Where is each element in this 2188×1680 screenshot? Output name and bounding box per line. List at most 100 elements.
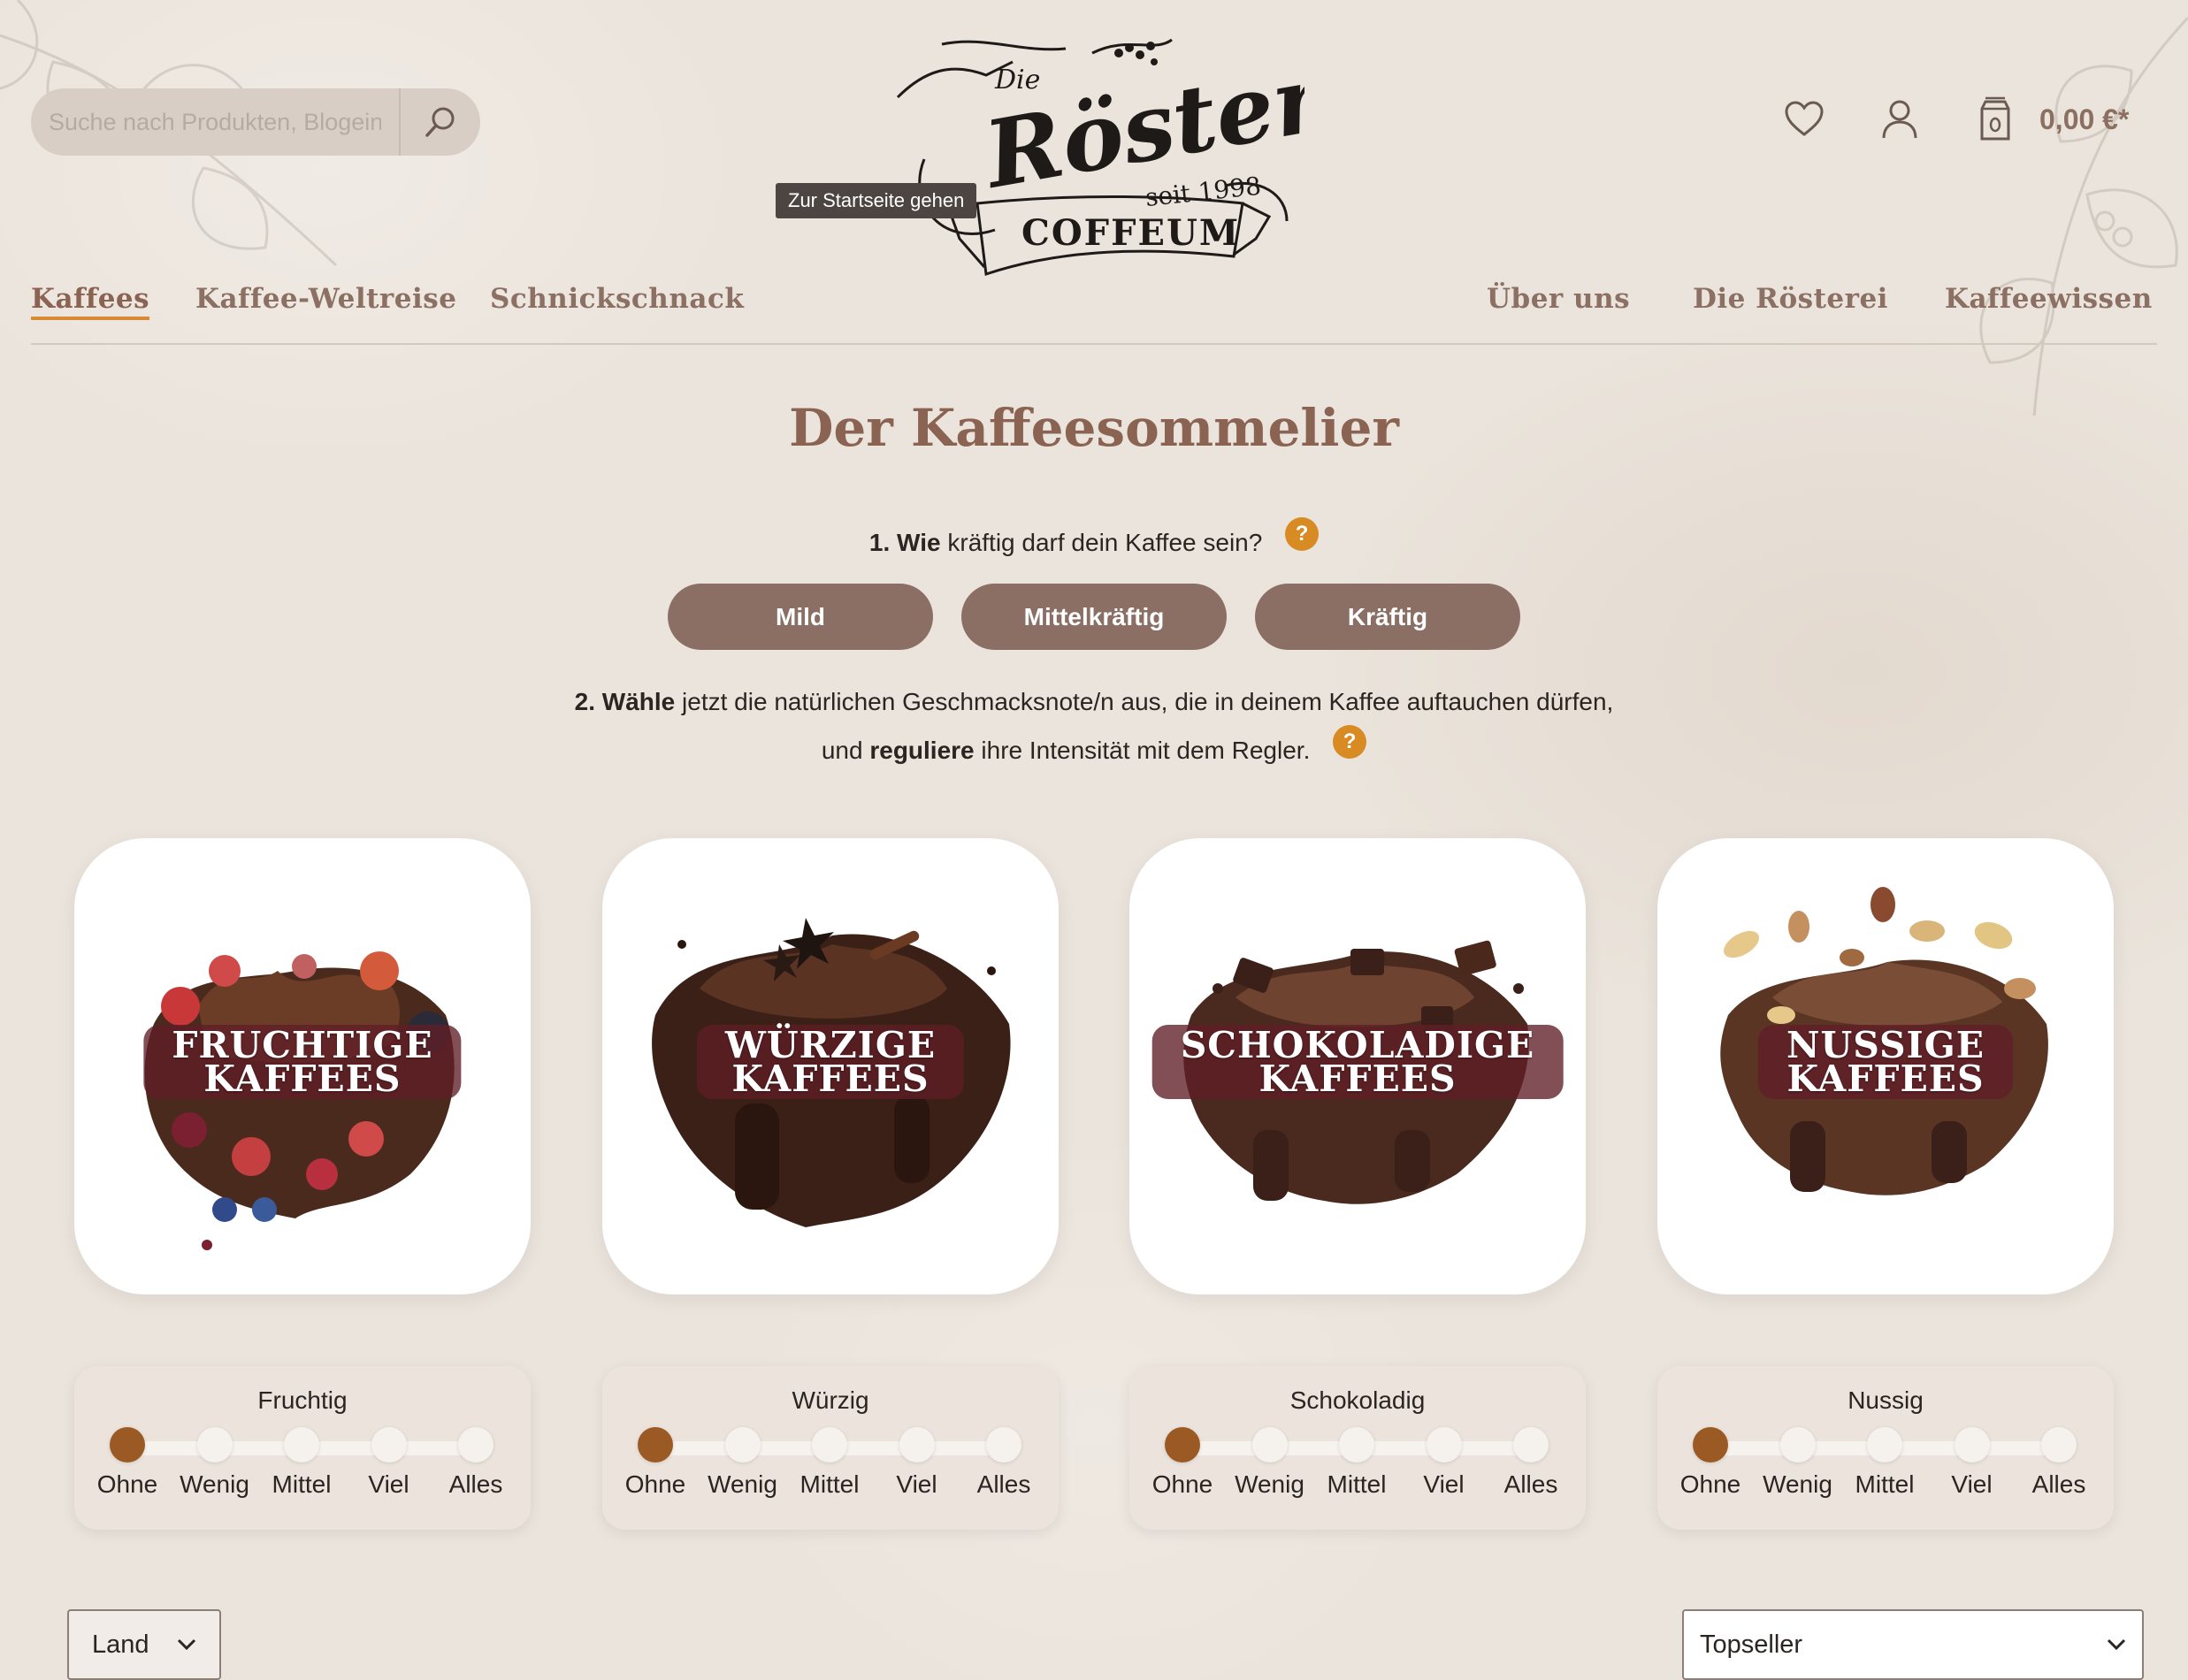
country-filter-label: Land [92, 1630, 149, 1659]
slider-step[interactable] [196, 1427, 233, 1462]
slider-step[interactable] [458, 1427, 493, 1462]
search-button[interactable] [399, 88, 480, 156]
slider-step-label: Ohne [96, 1470, 158, 1498]
flavor-card-nussig[interactable]: NUSSIGE KAFFEES [1657, 838, 2114, 1294]
slider-fruchtig: Fruchtig Ohne Wenig Mittel Viel Alles [74, 1366, 531, 1530]
slider-step[interactable] [1251, 1427, 1288, 1462]
question-flavor-line2-pre: und [821, 737, 863, 764]
coffee-branch-decoration-right [1979, 16, 2188, 416]
help-icon[interactable]: ? [1333, 725, 1367, 759]
slider-step-label: Wenig [1763, 1470, 1832, 1498]
slider-step[interactable] [899, 1427, 935, 1462]
slider-step-label: Wenig [1235, 1470, 1304, 1498]
question-flavor-line2-text: ihre Intensität mit dem Regler. [981, 737, 1311, 764]
nav-item-kaffee-weltreise[interactable]: Kaffee-Weltreise [195, 283, 456, 315]
coffee-bag-cart-icon [1980, 96, 2010, 141]
slider-step-label: Alles [976, 1470, 1031, 1498]
slider-step[interactable] [1867, 1427, 1902, 1462]
search-input[interactable] [31, 88, 399, 156]
slider-thumb[interactable] [110, 1427, 145, 1462]
slider-thumb[interactable] [1693, 1427, 1728, 1462]
heart-icon [1785, 101, 1824, 136]
slider-step-label: Mittel [272, 1470, 332, 1498]
strength-mittelkraeftig-button[interactable]: Mittelkräftig [961, 584, 1227, 650]
strength-options: Mild Mittelkräftig Kräftig [668, 584, 1520, 650]
user-icon [1882, 100, 1917, 139]
slider-step-label: Viel [368, 1470, 409, 1498]
question-strength-text: kräftig darf dein Kaffee sein? [947, 529, 1263, 556]
slider-wuerzig: Würzig Ohne Wenig Mittel Viel Alles [602, 1366, 1059, 1530]
slider-step-label: Mittel [1327, 1470, 1387, 1498]
question-strength-number: 1. [868, 529, 891, 556]
card-label: NUSSIGE KAFFEES [1758, 1025, 2013, 1099]
header-actions: 0,00 €* [1778, 93, 2129, 146]
slider-title: Fruchtig [257, 1386, 348, 1414]
slider-step-label: Alles [1503, 1470, 1558, 1498]
logo-die-text: Die [994, 65, 1040, 95]
question-strength-bold: Wie [897, 529, 941, 556]
strength-kraeftig-button[interactable]: Kräftig [1255, 584, 1520, 650]
account-button[interactable] [1873, 93, 1926, 146]
question-flavor-bold: 2. Wähle [574, 688, 676, 715]
search-icon [425, 107, 455, 137]
roesterei-coffeum-logo[interactable]: Die Rösterei seit 1998 COFFEUM [889, 27, 1304, 292]
cart-total[interactable]: 0,00 €* [2039, 103, 2129, 136]
page-title: Der Kaffeesommelier [789, 398, 1399, 458]
slider-step-label: Wenig [180, 1470, 249, 1498]
sort-select[interactable]: Topseller [1682, 1609, 2144, 1680]
logo-coffeum-text: COFFEUM [1021, 212, 1240, 254]
slider-thumb[interactable] [1165, 1427, 1200, 1462]
nav-item-kaffeewissen[interactable]: Kaffeewissen [1945, 283, 2153, 315]
country-filter-select[interactable]: Land [67, 1609, 221, 1680]
slider-title: Nussig [1848, 1386, 1924, 1414]
card-label: FRUCHTIGE KAFFEES [143, 1025, 462, 1099]
slider-step[interactable] [2041, 1427, 2077, 1462]
card-label: WÜRZIGE KAFFEES [696, 1025, 965, 1099]
slider-nussig: Nussig Ohne Wenig Mittel Viel Alles [1657, 1366, 2114, 1530]
slider-step-label: Ohne [1679, 1470, 1741, 1498]
slider-step[interactable] [812, 1427, 847, 1462]
home-tooltip: Zur Startseite gehen [776, 183, 977, 218]
card-label: SCHOKOLADIGE KAFFEES [1151, 1025, 1564, 1099]
help-icon[interactable]: ? [1285, 517, 1320, 551]
cart-button[interactable] [1969, 93, 2022, 146]
nav-item-kaffees[interactable]: Kaffees [31, 283, 150, 320]
sort-select-value: Topseller [1700, 1630, 1803, 1659]
question-strength: 1. Wie kräftig darf dein Kaffee sein? ? [0, 517, 2188, 557]
slider-step-label: Ohne [624, 1470, 686, 1498]
nav-item-ueber-uns[interactable]: Über uns [1487, 283, 1630, 315]
question-flavor: 2. Wähle jetzt die natürlichen Geschmack… [0, 679, 2188, 774]
strength-mild-button[interactable]: Mild [668, 584, 933, 650]
nav-item-schnickschnack[interactable]: Schnickschnack [490, 283, 744, 315]
slider-step[interactable] [371, 1427, 407, 1462]
slider-step[interactable] [284, 1427, 319, 1462]
question-flavor-line2-bold: reguliere [869, 737, 975, 764]
chevron-down-icon [177, 1638, 196, 1651]
search-bar [31, 88, 480, 156]
slider-step-label: Viel [896, 1470, 937, 1498]
slider-step[interactable] [1954, 1427, 1990, 1462]
flavor-card-fruchtig[interactable]: FRUCHTIGE KAFFEES [74, 838, 531, 1294]
slider-step-label: Mittel [799, 1470, 860, 1498]
question-flavor-text: jetzt die natürlichen Geschmacksnote/n a… [682, 688, 1614, 715]
nav-item-die-roesterei[interactable]: Die Rösterei [1693, 283, 1888, 315]
slider-thumb[interactable] [638, 1427, 673, 1462]
slider-step-label: Mittel [1855, 1470, 1915, 1498]
slider-step[interactable] [986, 1427, 1021, 1462]
slider-step[interactable] [724, 1427, 761, 1462]
slider-title: Würzig [792, 1386, 869, 1414]
slider-step-label: Viel [1423, 1470, 1465, 1498]
slider-step-label: Wenig [708, 1470, 777, 1498]
slider-step[interactable] [1339, 1427, 1374, 1462]
slider-schokoladig: Schokoladig Ohne Wenig Mittel Viel Alles [1129, 1366, 1586, 1530]
slider-step-label: Alles [2031, 1470, 2086, 1498]
slider-step[interactable] [1779, 1427, 1816, 1462]
slider-step-label: Viel [1951, 1470, 1993, 1498]
main-navigation: Kaffees Kaffee-Weltreise Schnickschnack … [31, 283, 2157, 345]
slider-step[interactable] [1513, 1427, 1549, 1462]
slider-step[interactable] [1426, 1427, 1462, 1462]
chevron-down-icon [2107, 1638, 2126, 1651]
wishlist-button[interactable] [1778, 93, 1831, 146]
flavor-card-schokoladig[interactable]: SCHOKOLADIGE KAFFEES [1129, 838, 1586, 1294]
flavor-card-wuerzig[interactable]: WÜRZIGE KAFFEES [602, 838, 1059, 1294]
